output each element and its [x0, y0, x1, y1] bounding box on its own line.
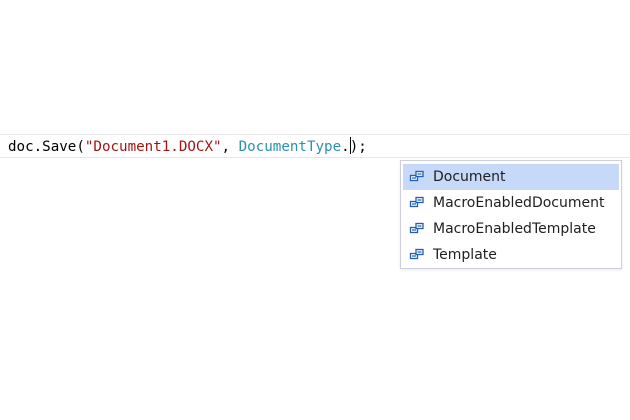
code-editor[interactable]: doc.Save("Document1.DOCX", DocumentType.…	[0, 0, 630, 420]
code-type-name: DocumentType	[238, 139, 342, 155]
current-code-line[interactable]: doc.Save("Document1.DOCX", DocumentType.…	[0, 134, 630, 158]
code-dot: .	[341, 139, 350, 155]
enum-member-icon	[409, 196, 424, 208]
completion-item-template[interactable]: Template	[403, 242, 619, 268]
enum-member-icon	[409, 170, 424, 182]
code-separator: ,	[221, 139, 239, 155]
completion-item-label: Document	[433, 169, 506, 185]
enum-member-icon	[409, 222, 424, 234]
completion-item-macroenableddocument[interactable]: MacroEnabledDocument	[403, 190, 619, 216]
code-method-call: doc.Save(	[8, 139, 85, 155]
code-string-literal: "Document1.DOCX"	[84, 139, 222, 155]
intellisense-popup[interactable]: Document MacroEnabledDocument MacroEnabl…	[400, 160, 622, 269]
code-text: doc.Save("Document1.DOCX", DocumentType.…	[8, 137, 367, 157]
enum-member-icon	[409, 248, 424, 260]
completion-item-label: MacroEnabledDocument	[433, 195, 605, 211]
completion-item-document[interactable]: Document	[403, 164, 619, 190]
code-closing: );	[349, 139, 367, 155]
completion-item-label: Template	[433, 247, 497, 263]
completion-item-macroenabledtemplate[interactable]: MacroEnabledTemplate	[403, 216, 619, 242]
completion-item-label: MacroEnabledTemplate	[433, 221, 596, 237]
